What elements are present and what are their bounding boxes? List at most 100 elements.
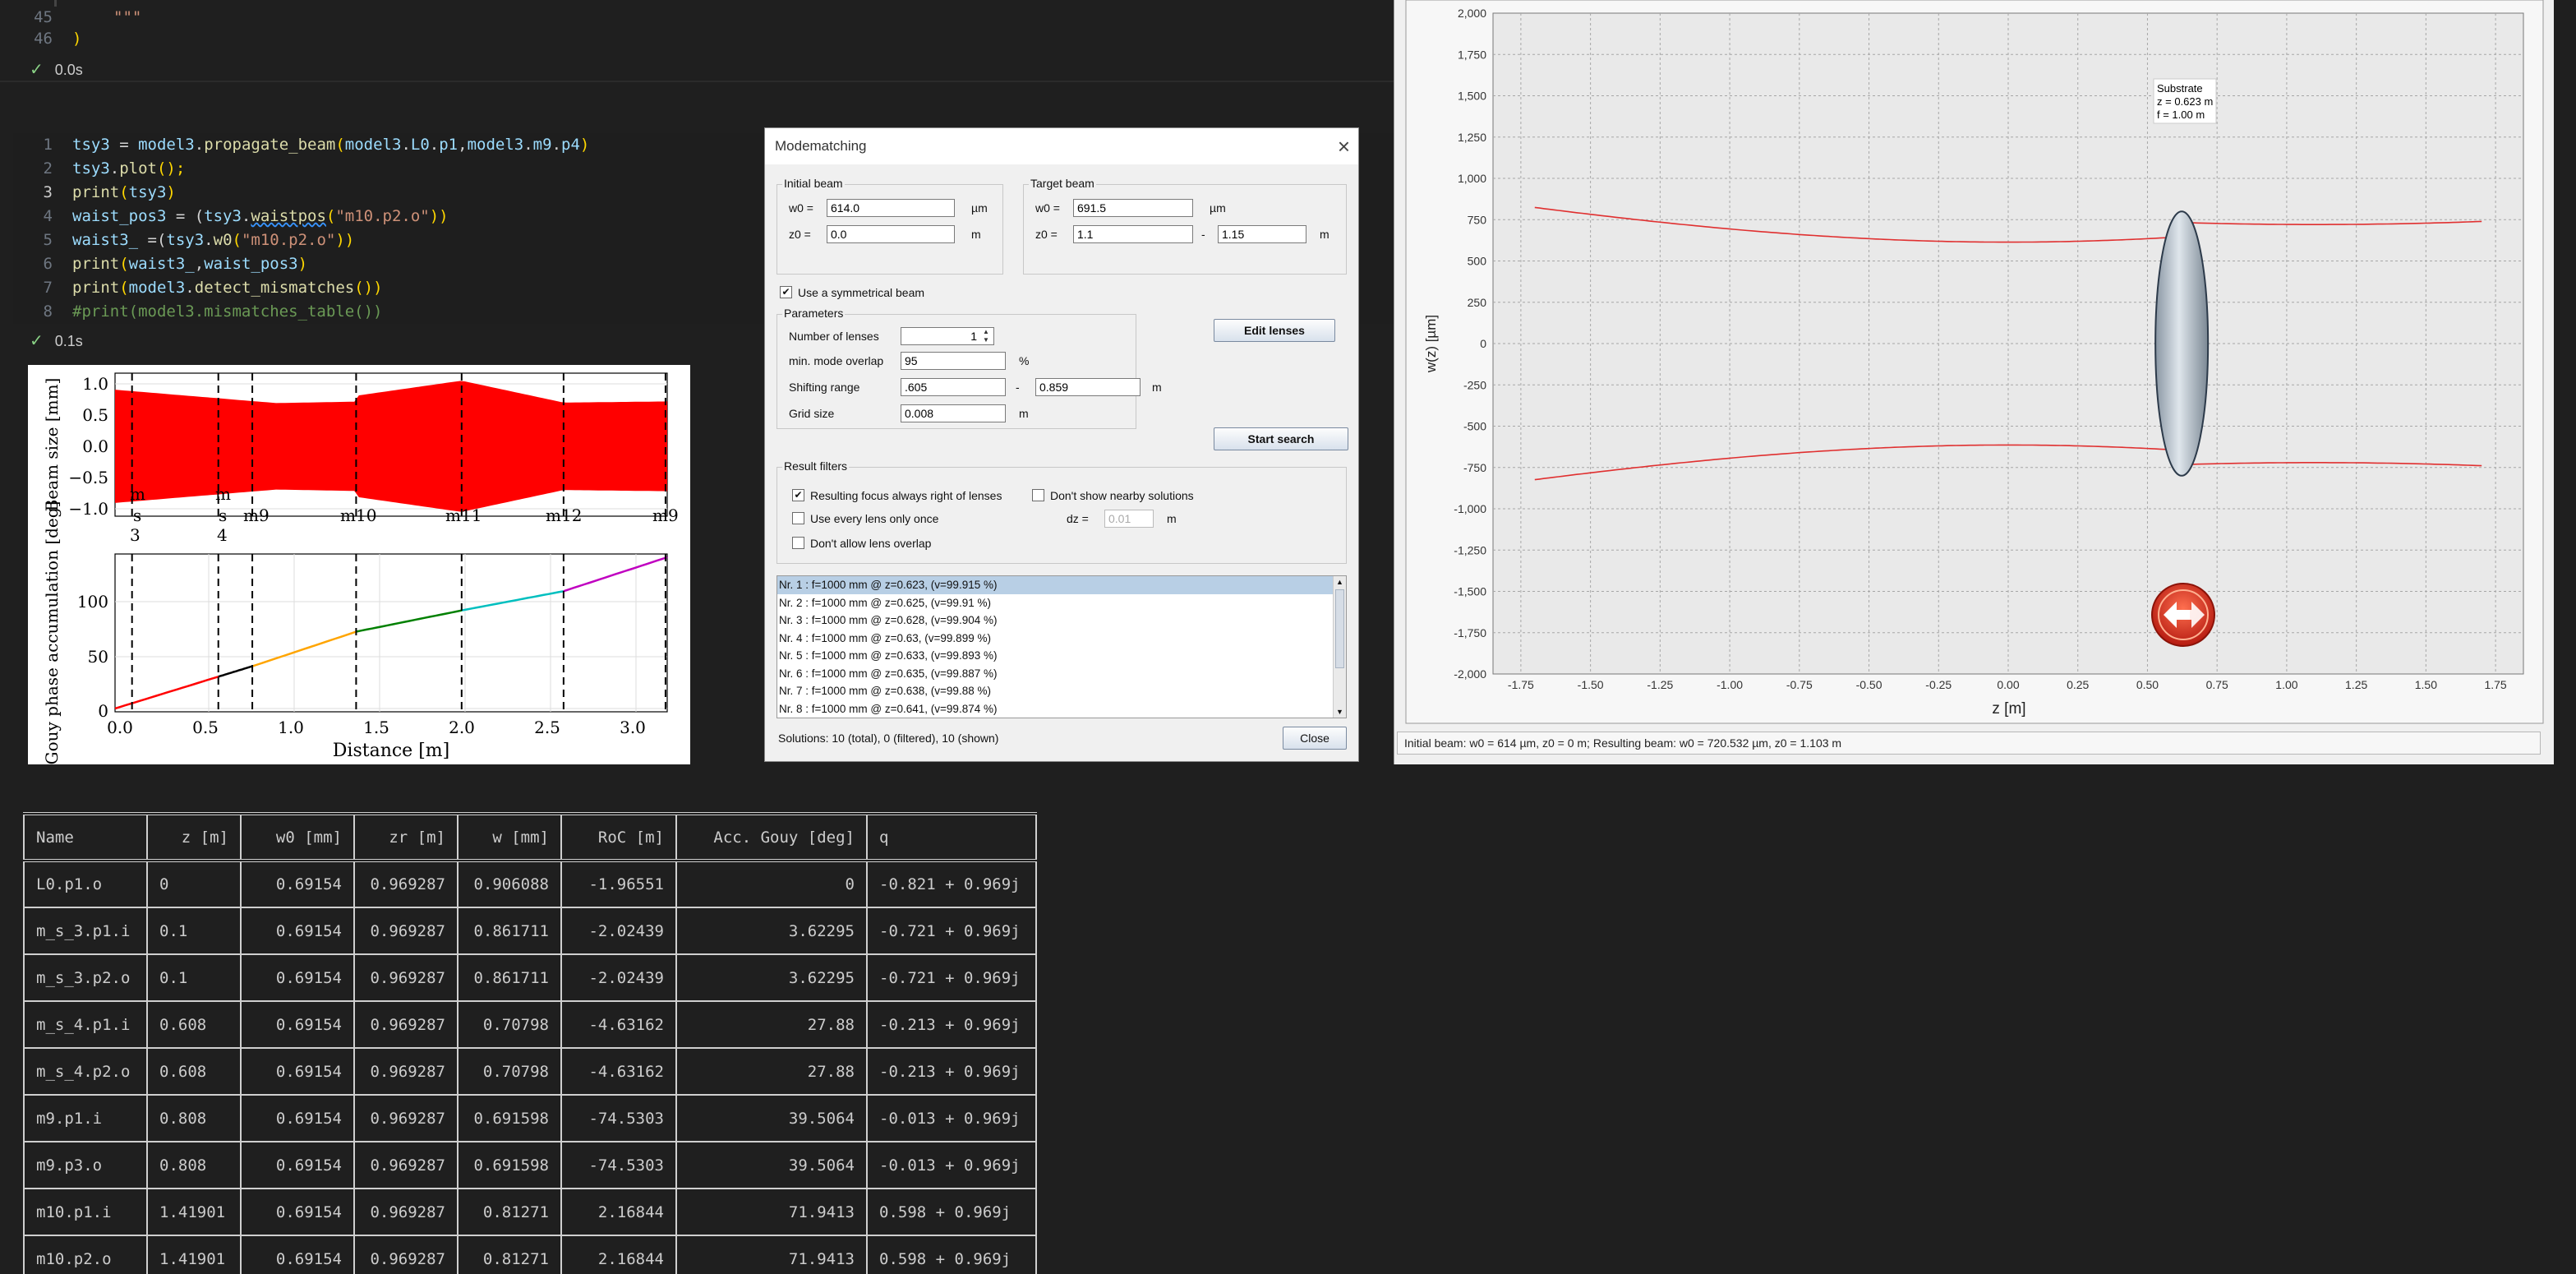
x-tick-label: 1.50 [2415,678,2437,691]
svg-text:0.0: 0.0 [107,718,133,737]
tok: ) [579,136,590,154]
range-dash: - [1016,381,1020,394]
unit-label: % [1019,354,1030,367]
tok: =( [138,231,167,249]
table-row: m9.p3.o 0.808 0.69154 0.969287 0.691598 -74.5… [23,1142,1037,1189]
parameters-group: Parameters Number of lenses ▲▼ min. mode… [776,307,1162,429]
col-header: q [867,814,1037,861]
target-z0-max-input[interactable] [1218,225,1306,243]
target-w0-input[interactable] [1073,199,1193,217]
z0-label: z0 = [1035,228,1058,241]
spinner-arrows-icon[interactable]: ▲ ▼ [983,328,993,344]
svg-text:2.5: 2.5 [534,718,560,737]
tok: tsy3 [204,207,242,225]
tok: propagate_beam [204,136,336,154]
initial-w0-input[interactable] [827,199,955,217]
unit-label: m [1019,407,1029,420]
svg-text:2.0: 2.0 [449,718,475,737]
prev-code[interactable]: 45 """ 46) [13,7,1394,49]
solution-item[interactable]: Nr. 6 : f=1000 mm @ z=0.635, (v=99.887 %… [777,665,1346,683]
table-cell: -74.5303 [561,1095,677,1142]
scroll-up-icon[interactable]: ▲ [1334,576,1346,588]
tok: tsy3 [166,231,205,249]
y-tick-label: -1,500 [1454,585,1486,598]
svg-text:1.0: 1.0 [278,718,304,737]
shift-max-input[interactable] [1035,378,1141,396]
svg-text:0.5: 0.5 [192,718,219,737]
beam-plot-svg-right: 2,000 1,750 1,500 1,250 1,000 750 500 250 0 -250 -… [1405,0,2544,724]
unit-label: µm [1210,201,1226,215]
table-row: m9.p1.i 0.808 0.69154 0.969287 0.691598 -74.5… [23,1095,1037,1142]
comp-label: s [133,505,141,525]
table-cell: m10.p1.i [23,1189,148,1235]
col-header: RoC [m] [561,814,677,861]
table-cell: 0.906088 [458,861,562,907]
x-tick-label: -0.50 [1856,678,1882,691]
table-cell: -0.821 + 0.969j [867,861,1037,907]
table-cell: 0.861711 [458,954,562,1001]
dz-input[interactable] [1104,510,1154,528]
bottom-axes [114,553,668,713]
tok: ( [325,207,336,225]
table-cell: 39.5064 [676,1095,868,1142]
list-scrollbar[interactable]: ▲ ▼ [1333,576,1346,718]
lens-overlap-checkbox[interactable] [792,537,804,549]
swap-icon[interactable] [2151,583,2215,647]
solution-item[interactable]: Nr. 7 : f=1000 mm @ z=0.638, (v=99.88 %) [777,682,1346,700]
table-cell: -0.213 + 0.969j [867,1048,1037,1095]
group-label: Result filters [782,459,850,473]
comp-label: m [130,484,145,504]
group-label: Parameters [782,307,846,320]
lens-shape[interactable] [2154,210,2210,477]
lens-once-checkbox[interactable] [792,512,804,524]
close-icon[interactable]: × [1338,128,1350,164]
number-of-lenses-spinner[interactable] [901,327,994,345]
table-cell: 71.9413 [676,1189,868,1235]
table-cell: 0.69154 [241,1142,355,1189]
shift-min-input[interactable] [901,378,1006,396]
table-row: m10.p1.i 1.41901 0.69154 0.969287 0.81271 2.1… [23,1189,1037,1235]
focus-right-checkbox[interactable]: ✔ [792,489,804,501]
svg-text:3.0: 3.0 [620,718,646,737]
tok: ( [335,136,345,154]
table-cell: m9.p1.i [23,1095,148,1142]
edit-lenses-button[interactable]: Edit lenses [1214,319,1335,342]
solutions-summary: Solutions: 10 (total), 0 (filtered), 10 … [778,732,999,745]
start-search-button[interactable]: Start search [1214,427,1348,450]
tok: . [185,279,195,297]
symmetric-checkbox[interactable]: ✔ [780,286,792,298]
table-header: Name z [m] w0 [mm] zr [m] w [mm] RoC [m]… [23,814,1037,861]
solution-item[interactable]: Nr. 1 : f=1000 mm @ z=0.623, (v=99.915 %… [777,576,1346,594]
grid-size-input[interactable] [901,404,1006,422]
table-cell: m_s_4.p2.o [23,1048,148,1095]
x-tick-label: -0.75 [1786,678,1813,691]
scroll-down-icon[interactable]: ▼ [1334,706,1346,718]
tok: tsy3 [128,183,167,201]
initial-z0-input[interactable] [827,225,955,243]
target-z0-min-input[interactable] [1073,225,1193,243]
solution-item[interactable]: Nr. 5 : f=1000 mm @ z=0.633, (v=99.893 %… [777,647,1346,665]
beam-plot: 1.0 0.5 0.0 −0.5 −1.0 Beam size [mm] m s… [28,365,690,764]
tok: ( [232,231,242,249]
table-cell: 27.88 [676,1048,868,1095]
top-yticks: 1.0 0.5 0.0 −0.5 −1.0 [68,374,108,519]
beam-plot-svg: 1.0 0.5 0.0 −0.5 −1.0 Beam size [mm] m s… [42,372,679,764]
table-cell: 0.69154 [241,1235,355,1274]
solutions-list[interactable]: Nr. 1 : f=1000 mm @ z=0.623, (v=99.915 %… [776,575,1347,718]
nearby-solutions-checkbox[interactable] [1032,489,1044,501]
scroll-thumb[interactable] [1335,589,1344,668]
close-button[interactable]: Close [1283,727,1347,750]
tok: waist3_ [128,255,195,273]
solution-item[interactable]: Nr. 4 : f=1000 mm @ z=0.63, (v=99.899 %) [777,630,1346,648]
tok: p1 [439,136,459,154]
tok: ()) [354,279,383,297]
solution-item[interactable]: Nr. 2 : f=1000 mm @ z=0.625, (v=99.91 %) [777,594,1346,612]
lens-annotation: Substrate z = 0.623 m f = 1.00 m [2153,78,2217,124]
solution-item[interactable]: Nr. 3 : f=1000 mm @ z=0.628, (v=99.904 %… [777,612,1346,630]
tok: m9 [532,136,552,154]
solution-item[interactable]: Nr. 8 : f=1000 mm @ z=0.641, (v=99.874 %… [777,700,1346,718]
table-cell: 39.5064 [676,1142,868,1189]
table-cell: 2.16844 [561,1235,677,1274]
tok: . [429,136,440,154]
min-mode-overlap-input[interactable] [901,352,1006,370]
